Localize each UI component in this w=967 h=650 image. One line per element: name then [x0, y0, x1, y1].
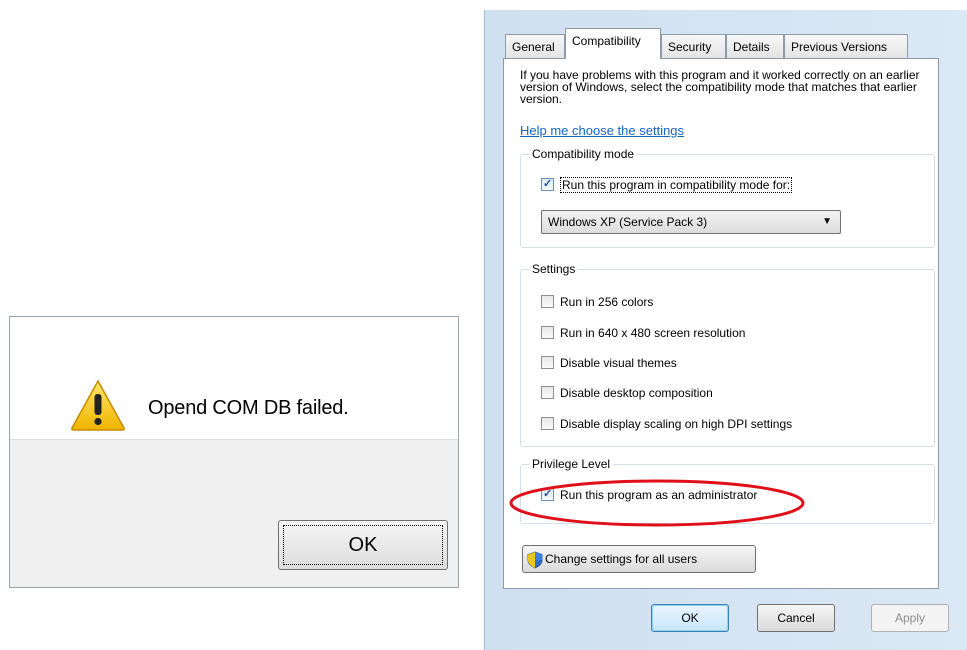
compatibility-panel: If you have problems with this program a… — [503, 58, 939, 589]
ok-button-label: OK — [348, 534, 378, 556]
compatibility-mode-group: Compatibility mode Run this program in c… — [520, 147, 935, 248]
error-message-box: Opend COM DB failed. OK — [9, 316, 459, 588]
checkbox-icon[interactable] — [541, 386, 554, 400]
privilege-level-title: Privilege Level — [529, 457, 614, 471]
compatibility-mode-label: Run this program in compatibility mode f… — [560, 177, 793, 193]
setting-disable-visual-themes[interactable]: Disable visual themes — [541, 355, 677, 371]
dialog-cancel-button[interactable]: Cancel — [757, 604, 835, 632]
dialog-ok-button[interactable]: OK — [651, 604, 729, 632]
os-version-value: Windows XP (Service Pack 3) — [548, 215, 708, 229]
settings-group: Settings Run in 256 colors Run in 640 x … — [520, 262, 935, 447]
error-message: Opend COM DB failed. — [148, 397, 349, 419]
warning-icon — [71, 379, 125, 431]
message-box-footer: OK — [10, 439, 458, 587]
compatibility-mode-option[interactable]: Run this program in compatibility mode f… — [541, 176, 793, 193]
intro-text: If you have problems with this program a… — [520, 68, 920, 106]
shield-icon — [527, 551, 543, 569]
setting-640x480[interactable]: Run in 640 x 480 screen resolution — [541, 325, 745, 341]
setting-label: Disable desktop composition — [560, 386, 713, 400]
highlight-ellipse — [509, 479, 805, 527]
help-link[interactable]: Help me choose the settings — [520, 123, 684, 138]
checkbox-icon[interactable] — [541, 356, 554, 370]
setting-label: Disable display scaling on high DPI sett… — [560, 417, 793, 431]
change-settings-label: Change settings for all users — [545, 552, 698, 566]
setting-label: Run in 256 colors — [560, 295, 654, 309]
tab-details[interactable]: Details — [726, 34, 784, 58]
tab-compatibility[interactable]: Compatibility — [565, 28, 661, 59]
tab-general[interactable]: General — [505, 34, 565, 58]
dropdown-arrow-icon: ▼ — [822, 216, 832, 227]
checkbox-icon[interactable] — [541, 326, 554, 340]
compatibility-mode-title: Compatibility mode — [529, 147, 638, 161]
settings-title: Settings — [529, 262, 579, 276]
setting-disable-desktop-composition[interactable]: Disable desktop composition — [541, 385, 713, 401]
setting-256-colors[interactable]: Run in 256 colors — [541, 294, 653, 310]
properties-dialog: General Compatibility Security Details P… — [484, 10, 967, 650]
message-box-content: Opend COM DB failed. — [10, 317, 458, 439]
setting-disable-dpi-scaling[interactable]: Disable display scaling on high DPI sett… — [541, 416, 792, 432]
ok-button[interactable]: OK — [278, 520, 448, 570]
os-version-select[interactable]: Windows XP (Service Pack 3) ▼ — [541, 210, 841, 234]
dialog-apply-button[interactable]: Apply — [871, 604, 949, 632]
tab-previous-versions[interactable]: Previous Versions — [784, 34, 908, 58]
setting-label: Run in 640 x 480 screen resolution — [560, 326, 746, 340]
tab-security[interactable]: Security — [661, 34, 726, 58]
setting-label: Disable visual themes — [560, 356, 677, 370]
checkbox-icon[interactable] — [541, 176, 554, 192]
change-settings-all-users-button[interactable]: Change settings for all users — [522, 545, 756, 573]
checkbox-icon[interactable] — [541, 417, 554, 431]
checkbox-icon[interactable] — [541, 295, 554, 309]
